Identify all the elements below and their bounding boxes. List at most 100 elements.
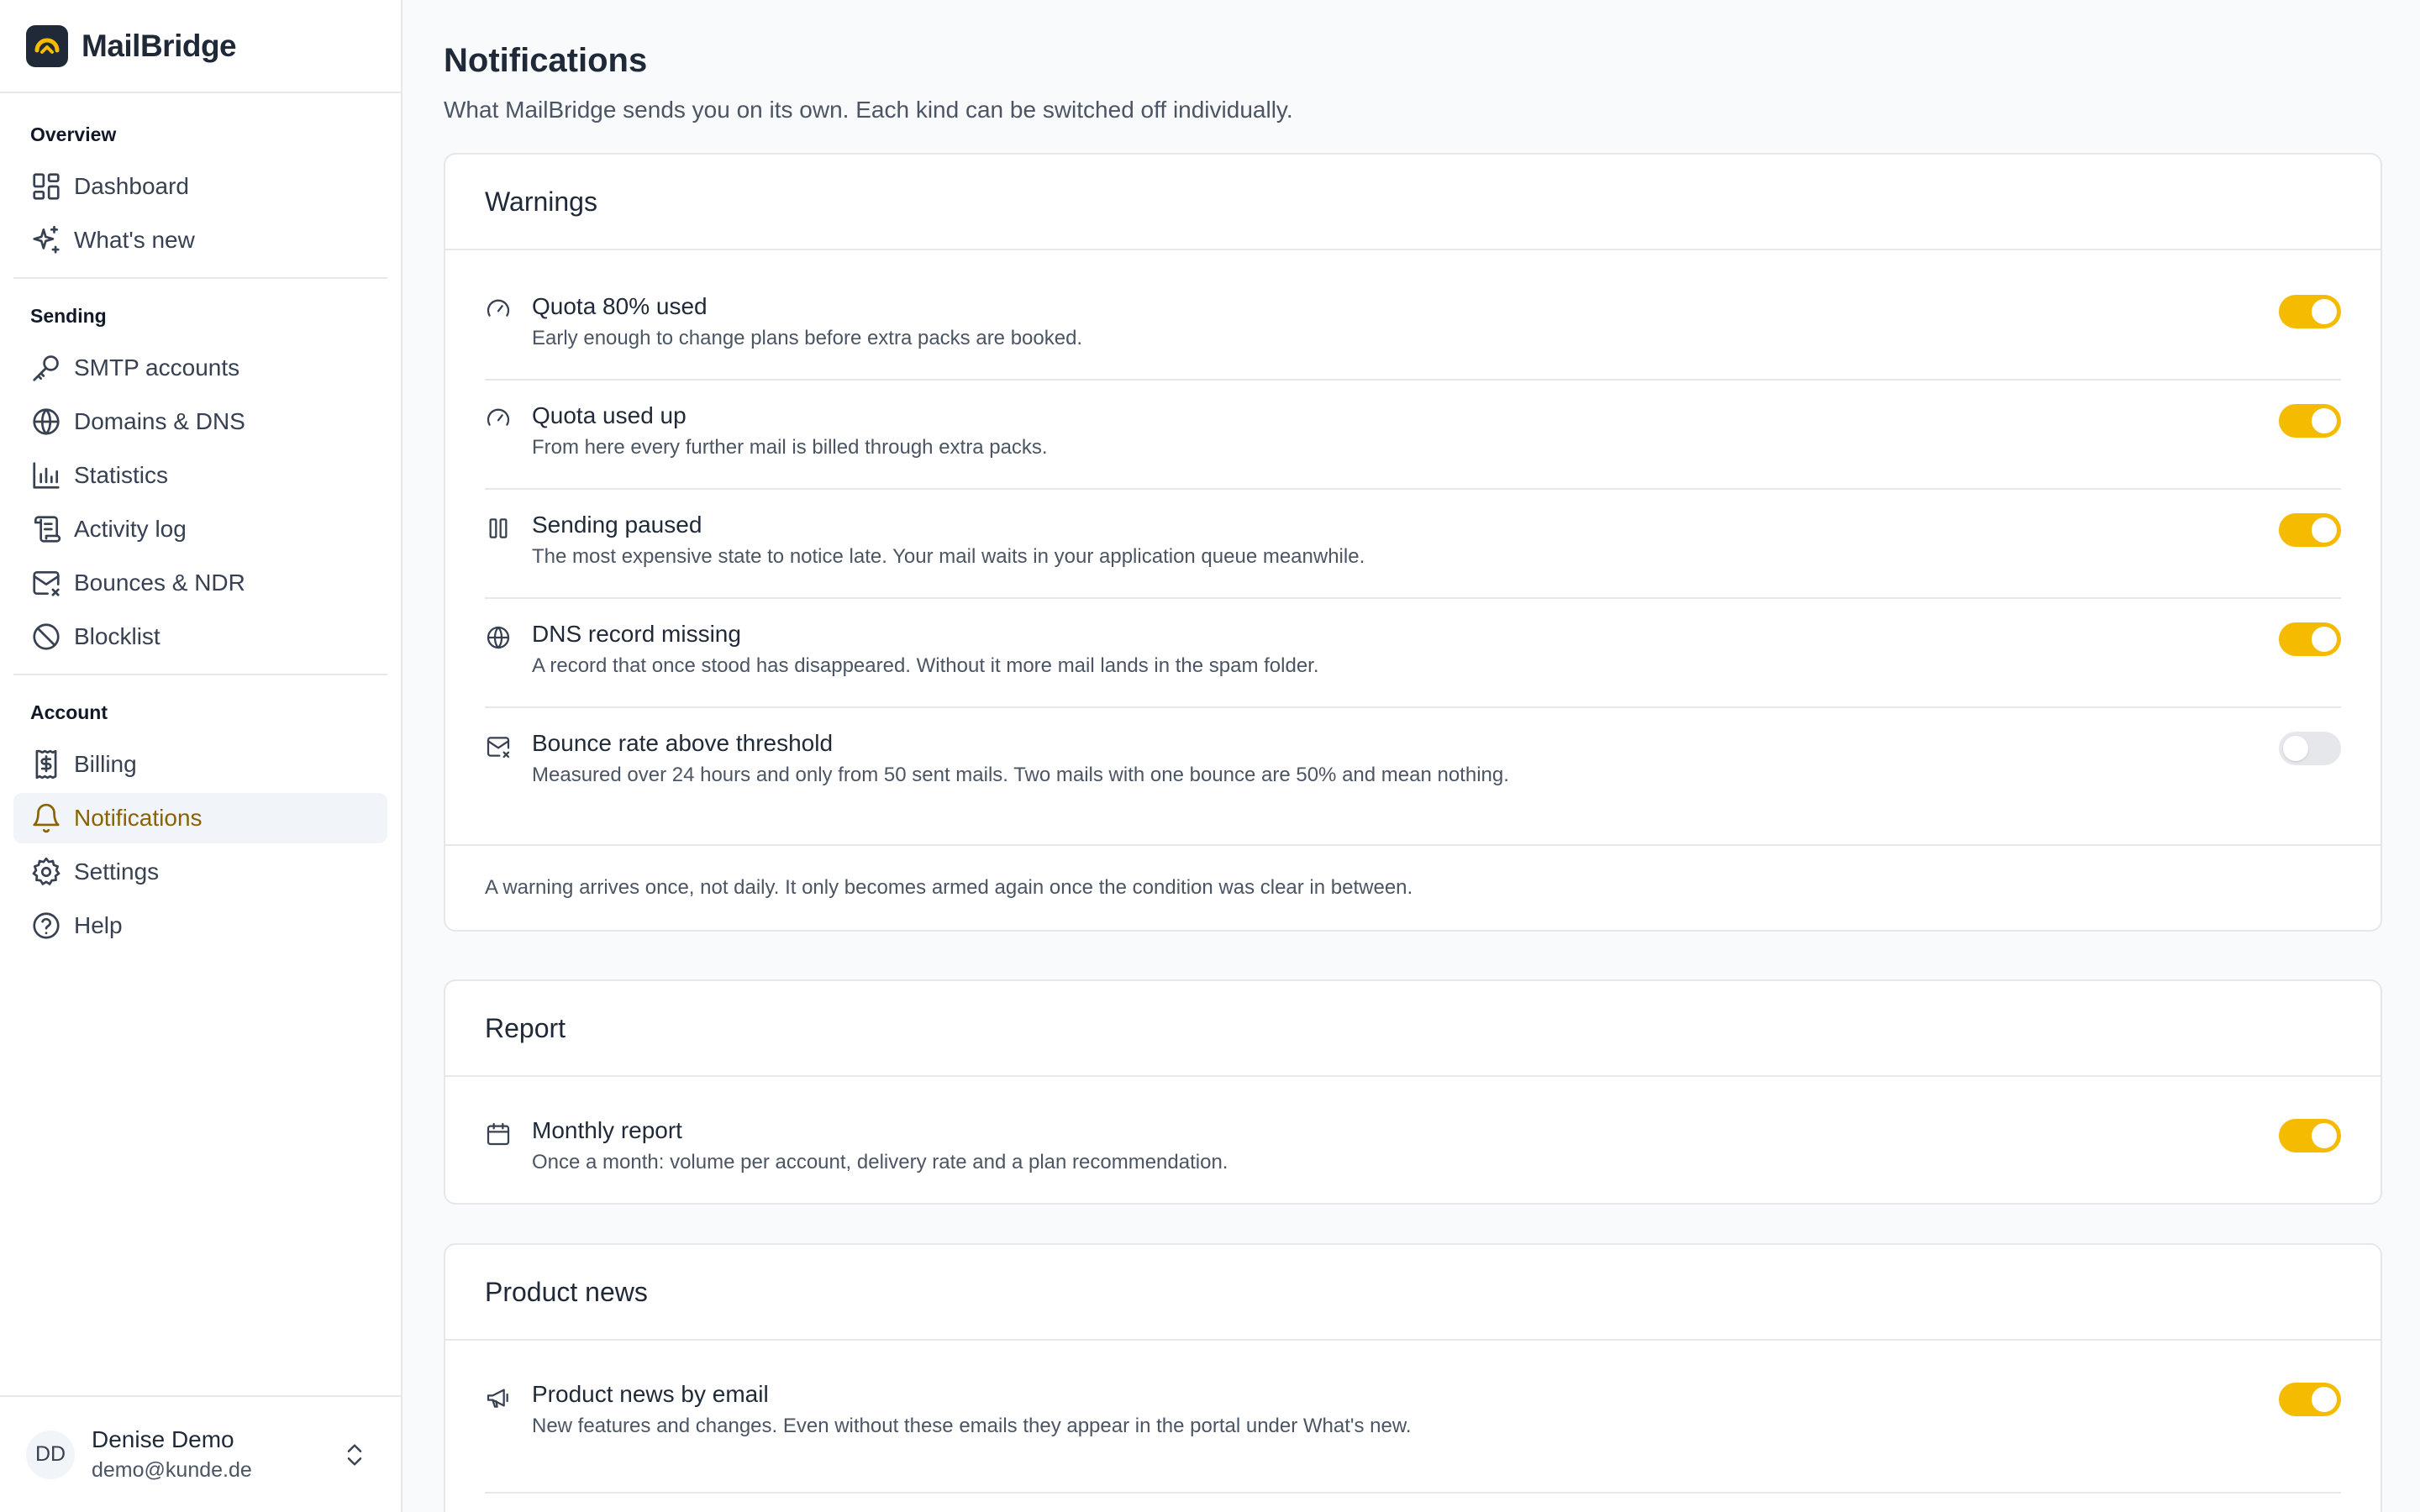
gauge-icon xyxy=(487,408,510,426)
sidebar-item-label: Help xyxy=(74,912,123,938)
user-name: Denise Demo xyxy=(92,1426,234,1452)
sidebar-item-label: Settings xyxy=(74,858,160,885)
sidebar-item-label: Dashboard xyxy=(74,173,189,199)
row-title: Bounce rate above threshold xyxy=(532,730,834,756)
user-email: demo@kunde.de xyxy=(92,1458,252,1482)
toggle-monthly-report[interactable] xyxy=(2279,1119,2341,1152)
mail-x-icon xyxy=(33,570,60,596)
sidebar-item-label: Notifications xyxy=(74,805,203,831)
toggle-bounce-rate[interactable] xyxy=(2279,732,2341,765)
card-title: Report xyxy=(445,981,2381,1077)
sidebar-item-label: Statistics xyxy=(74,462,169,488)
product-news-card: Product news Product news by email New f… xyxy=(444,1243,2382,1512)
key-icon xyxy=(33,355,59,381)
notification-row-bounce-rate: Bounce rate above threshold Measured ove… xyxy=(485,708,2341,817)
receipt-dollar-icon xyxy=(35,749,57,780)
sidebar-item-bounces-ndr[interactable]: Bounces & NDR xyxy=(13,558,387,608)
notification-row-monthly-report: Monthly report Once a month: volume per … xyxy=(485,1095,2341,1176)
warnings-card: Warnings Quota 80% used Early enough to … xyxy=(444,153,2382,932)
nav-heading-overview: Overview xyxy=(30,123,117,145)
sidebar-item-whats-new[interactable]: What's new xyxy=(13,215,387,265)
gauge-icon xyxy=(487,299,510,317)
card-title: Warnings xyxy=(445,155,2381,250)
sidebar-item-label: Bounces & NDR xyxy=(74,570,245,596)
globe-icon xyxy=(33,408,60,435)
row-title: Quota used up xyxy=(532,402,687,428)
sidebar-item-billing[interactable]: Billing xyxy=(13,739,387,790)
toggle-knob xyxy=(2312,517,2337,543)
mailbridge-logo-icon xyxy=(26,24,68,67)
notification-row-quota-80: Quota 80% used Early enough to change pl… xyxy=(485,271,2341,381)
sidebar-item-domains-dns[interactable]: Domains & DNS xyxy=(13,396,387,447)
report-rows: Monthly report Once a month: volume per … xyxy=(445,1077,2381,1203)
sparkles-icon xyxy=(33,225,60,254)
row-title: Monthly report xyxy=(532,1117,682,1143)
toggle-knob xyxy=(2312,1387,2337,1412)
row-description: Once a month: volume per account, delive… xyxy=(532,1151,1228,1173)
sidebar-item-label: Blocklist xyxy=(74,623,160,649)
toggle-knob xyxy=(2312,299,2337,324)
sidebar-item-label: Activity log xyxy=(74,516,187,542)
scroll-icon xyxy=(34,516,61,543)
warnings-footnote: A warning arrives once, not daily. It on… xyxy=(445,844,2381,930)
nav-divider xyxy=(13,277,387,279)
card-title: Product news xyxy=(445,1245,2381,1341)
row-description: From here every further mail is billed t… xyxy=(532,436,1048,459)
row-title: Sending paused xyxy=(532,512,702,538)
nav-heading-account: Account xyxy=(30,701,108,723)
row-description: Measured over 24 hours and only from 50 … xyxy=(532,764,1509,786)
sidebar-item-help[interactable]: Help xyxy=(13,900,387,951)
sidebar-item-label: Billing xyxy=(74,751,137,777)
notification-row-sending-paused: Sending paused The most expensive state … xyxy=(485,490,2341,599)
toggle-knob xyxy=(2283,736,2308,761)
sidebar-item-dashboard[interactable]: Dashboard xyxy=(13,161,387,212)
notification-row-product-news: Product news by email New features and c… xyxy=(485,1359,2341,1494)
sidebar-item-statistics[interactable]: Statistics xyxy=(13,450,387,501)
row-description: New features and changes. Even without t… xyxy=(532,1415,1412,1437)
page-subtitle: What MailBridge sends you on its own. Ea… xyxy=(444,97,1293,123)
avatar: DD xyxy=(26,1430,75,1479)
row-description: A record that once stood has disappeared… xyxy=(532,654,1319,677)
sidebar: MailBridge Overview Dashboard What's new… xyxy=(0,0,402,1512)
help-circle-icon xyxy=(33,912,60,939)
mail-x-icon xyxy=(487,737,510,759)
sidebar-item-label: SMTP accounts xyxy=(74,354,240,381)
page-title: Notifications xyxy=(444,42,648,79)
gear-icon xyxy=(32,857,60,885)
dashboard-icon xyxy=(33,173,60,200)
toggle-knob xyxy=(2312,627,2337,652)
toggle-quota-used-up[interactable] xyxy=(2279,404,2341,438)
nav-section-overview: Overview Dashboard What's new xyxy=(0,121,401,265)
row-title: DNS record missing xyxy=(532,621,741,647)
brand[interactable]: MailBridge xyxy=(0,0,401,93)
nav-section-sending: Sending SMTP accounts Domains & DNS Stat… xyxy=(0,302,401,662)
nav-divider xyxy=(13,674,387,675)
sidebar-item-notifications[interactable]: Notifications xyxy=(13,793,387,843)
news-rows: Product news by email New features and c… xyxy=(445,1341,2381,1494)
toggle-knob xyxy=(2312,408,2337,433)
toggle-knob xyxy=(2312,1123,2337,1148)
sidebar-item-settings[interactable]: Settings xyxy=(13,847,387,897)
toggle-quota-80[interactable] xyxy=(2279,295,2341,328)
calendar-icon xyxy=(487,1122,510,1146)
toggle-sending-paused[interactable] xyxy=(2279,513,2341,547)
row-description: The most expensive state to notice late.… xyxy=(532,545,1365,568)
toggle-product-news[interactable] xyxy=(2279,1383,2341,1416)
warnings-rows: Quota 80% used Early enough to change pl… xyxy=(445,250,2381,844)
sidebar-item-label: What's new xyxy=(74,227,195,253)
chevrons-up-down-icon[interactable] xyxy=(340,1441,369,1469)
toggle-dns-missing[interactable] xyxy=(2279,622,2341,656)
bar-chart-icon xyxy=(33,462,60,489)
report-card: Report Monthly report Once a month: volu… xyxy=(444,979,2382,1205)
sidebar-item-activity-log[interactable]: Activity log xyxy=(13,504,387,554)
nav-section-account: Account Billing Notifications Settings H… xyxy=(0,699,401,951)
user-menu[interactable]: DD Denise Demo demo@kunde.de xyxy=(0,1395,401,1512)
notification-row-quota-used-up: Quota used up From here every further ma… xyxy=(485,381,2341,490)
row-description: Early enough to change plans before extr… xyxy=(532,327,1083,349)
pause-icon xyxy=(489,518,508,538)
sidebar-item-smtp-accounts[interactable]: SMTP accounts xyxy=(13,343,387,393)
sidebar-item-label: Domains & DNS xyxy=(74,408,245,434)
nav-heading-sending: Sending xyxy=(30,305,107,327)
sidebar-item-blocklist[interactable]: Blocklist xyxy=(13,612,387,662)
brand-name: MailBridge xyxy=(82,28,237,63)
